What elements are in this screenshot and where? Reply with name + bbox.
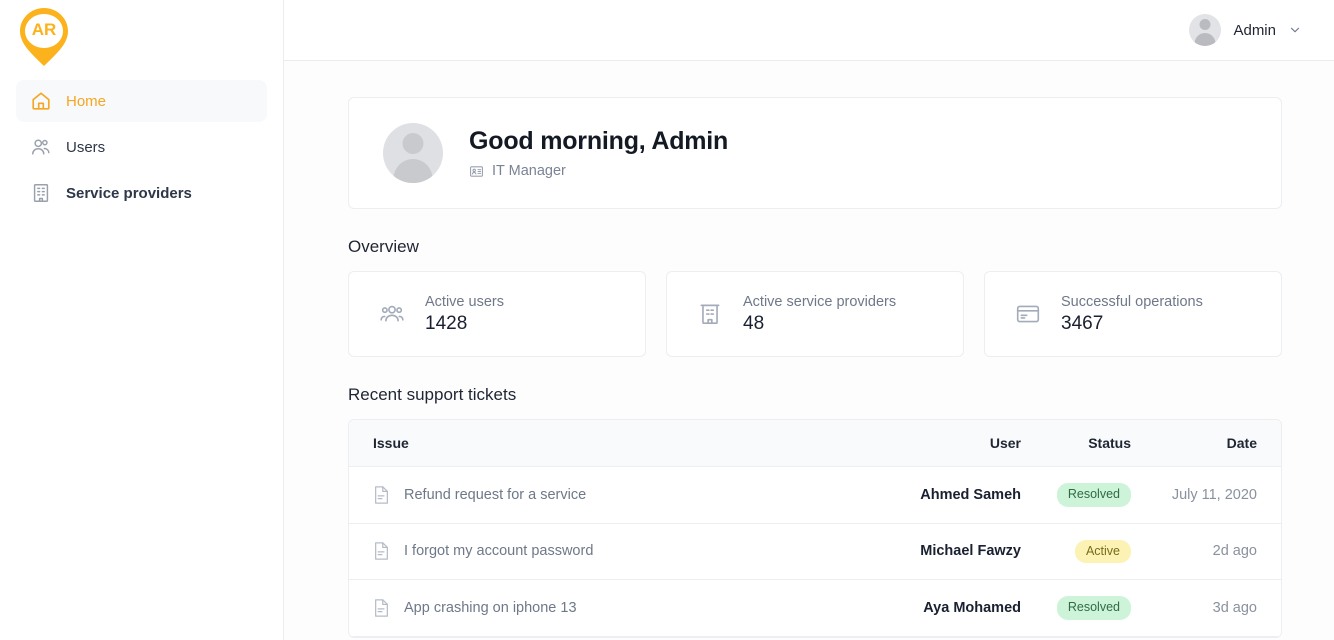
table-header-row: Issue User Status Date [349, 420, 1281, 467]
cell-issue: I forgot my account password [349, 523, 871, 581]
id-badge-icon [470, 165, 483, 177]
main-area: Admin Good morning, Admin IT Manager Ove… [284, 0, 1334, 640]
sidebar: AR Home Users Service providers [0, 0, 284, 640]
table-row[interactable]: App crashing on iphone 13 Aya Mohamed Reso… [349, 579, 1281, 637]
column-header-status[interactable]: Status [1021, 420, 1131, 467]
stat-text: Active users 1428 [425, 294, 504, 335]
document-icon [375, 599, 388, 617]
cell-status: Resolved [1021, 579, 1131, 637]
building-icon [700, 304, 720, 325]
table-row[interactable]: Refund request for a service Ahmed Sameh R… [349, 466, 1281, 524]
welcome-text: Good morning, Admin IT Manager [469, 127, 728, 179]
brand-logo[interactable]: AR [0, 0, 283, 72]
cell-date: 2d ago [1131, 523, 1281, 581]
stat-card-active-users[interactable]: Active users 1428 [348, 271, 646, 357]
overview-cards: Active users 1428 Active service provide… [348, 271, 1282, 357]
issue-label: Refund request for a service [404, 486, 587, 503]
credit-card-icon [1016, 305, 1040, 323]
cell-date: July 11, 2020 [1131, 466, 1281, 524]
status-badge: Resolved [1056, 483, 1131, 507]
stat-text: Successful operations 3467 [1061, 294, 1203, 335]
profile-avatar [383, 123, 443, 183]
page-title: Good morning, Admin [469, 127, 729, 155]
column-header-issue[interactable]: Issue [349, 420, 871, 467]
status-badge: Active [1074, 539, 1131, 564]
stat-value: 1428 [425, 312, 468, 334]
user-menu-label: Admin [1233, 21, 1276, 39]
table-body: Refund request for a service Ahmed Sameh R… [349, 466, 1281, 637]
sidebar-item-users[interactable]: Users [16, 126, 267, 168]
avatar [1189, 14, 1222, 46]
top-bar: Admin [284, 0, 1334, 61]
document-icon [375, 542, 388, 561]
tickets-table: Issue User Status Date Refund request fo… [348, 419, 1282, 638]
cell-user: Ahmed Sameh [871, 466, 1021, 524]
chevron-down-icon[interactable] [1288, 23, 1302, 37]
table-row[interactable]: I forgot my account password Michael Fawz… [349, 523, 1281, 581]
sidebar-item-service-providers[interactable]: Service providers [16, 172, 267, 214]
role-label: IT Manager [492, 163, 566, 179]
role-row: IT Manager [469, 163, 728, 179]
building-icon [33, 184, 49, 202]
page-content: Good morning, Admin IT Manager Overview [284, 61, 1334, 640]
stat-text: Active service providers 48 [743, 294, 896, 335]
stat-label: Successful operations [1061, 293, 1203, 310]
sidebar-item-label: Users [66, 138, 106, 156]
home-icon [32, 92, 50, 110]
cell-user: Michael Fawzy [871, 523, 1021, 581]
cell-status: Resolved [1021, 466, 1131, 524]
stat-label: Active users [425, 293, 504, 310]
issue-label: I forgot my account password [404, 543, 594, 560]
location-pin-logo-icon: AR [20, 8, 68, 66]
cell-status: Active [1021, 523, 1131, 581]
cell-issue: App crashing on iphone 13 [349, 579, 871, 637]
stat-card-active-service-providers[interactable]: Active service providers 48 [666, 271, 964, 357]
tickets-heading: Recent support tickets [348, 385, 517, 404]
user-menu[interactable]: Admin [1189, 14, 1302, 46]
stat-card-successful-operations[interactable]: Successful operations 3467 [984, 271, 1282, 357]
column-header-date[interactable]: Date [1131, 420, 1281, 467]
status-badge: Resolved [1056, 596, 1131, 620]
sidebar-nav: Home Users Service providers [0, 72, 283, 214]
stat-label: Active service providers [743, 293, 897, 310]
column-header-user[interactable]: User [871, 420, 1021, 467]
cell-issue: Refund request for a service [349, 466, 871, 524]
svg-text:AR: AR [32, 20, 57, 39]
sidebar-item-home[interactable]: Home [16, 80, 267, 122]
overview-heading: Overview [348, 237, 419, 256]
welcome-card: Good morning, Admin IT Manager [348, 97, 1282, 209]
sidebar-item-label: Home [66, 92, 107, 110]
sidebar-item-label: Service providers [66, 184, 192, 202]
stat-value: 48 [743, 312, 765, 334]
stat-value: 3467 [1061, 312, 1104, 334]
cell-user: Aya Mohamed [871, 579, 1021, 637]
users-icon [32, 139, 50, 155]
document-icon [375, 486, 388, 504]
cell-date: 3d ago [1131, 579, 1281, 637]
users-group-icon [380, 305, 404, 322]
app-root: AR Home Users Service providers Admin Go… [0, 0, 1334, 640]
issue-label: App crashing on iphone 13 [404, 600, 577, 617]
